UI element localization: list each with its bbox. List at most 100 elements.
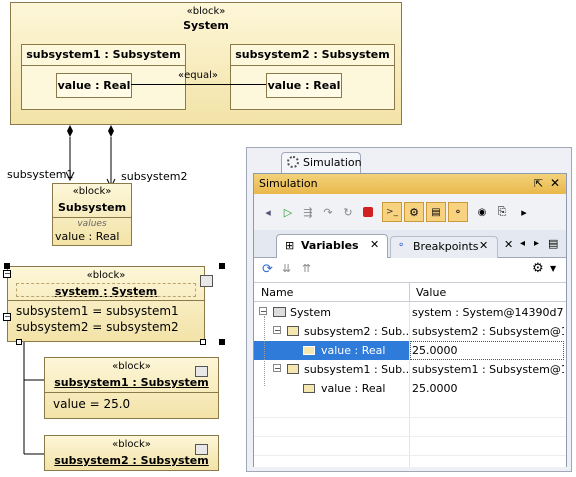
row-value: 25.0000 <box>412 382 458 395</box>
selection-handle[interactable] <box>219 263 225 269</box>
instance-system-stereotype: «block» <box>86 270 126 281</box>
close-icon[interactable]: ✕ <box>550 176 560 190</box>
more-arrow-icon[interactable]: ▸ <box>514 202 534 222</box>
row-name: subsystem1 : Sub... <box>304 363 408 376</box>
tree-toggle-icon[interactable]: − <box>259 307 267 316</box>
refresh-icon[interactable]: ⟳ <box>262 262 273 277</box>
block-icon <box>200 275 213 287</box>
settings-icon[interactable]: ⚙ <box>404 202 424 222</box>
tree-toggle-icon[interactable]: − <box>273 364 281 373</box>
subsystem-block-name: Subsystem <box>57 201 127 214</box>
simulation-panel: Simulation ⇱ ✕ ◂ ▷ ⇶ ↷ ↻ >_ ⚙ ▤ ⚬ ◉ ⎘ ▸ <box>253 173 567 467</box>
row-separator <box>254 436 566 437</box>
back-icon[interactable]: ◂ <box>258 202 278 222</box>
step-into-icon[interactable]: ⇶ <box>298 202 318 222</box>
column-header-value[interactable]: Value <box>416 286 446 299</box>
instance-system-name-dashed-box <box>16 283 196 297</box>
variables-table: Name Value − System system : System@1439… <box>254 282 566 467</box>
block-icon <box>273 307 286 317</box>
block-icon <box>195 444 208 455</box>
column-header-name[interactable]: Name <box>261 286 293 299</box>
tab-simulation-outer-label: Simulation <box>303 156 362 169</box>
inner-tabbar: ⊞ Variables ✕ ⚬ Breakpoints ✕ ✕ ◂ ▸ ▤ <box>254 230 566 258</box>
instance-subsystem1[interactable]: «block» subsystem1 : Subsystem value = 2… <box>44 357 219 419</box>
row-separator <box>254 417 566 418</box>
tab-breakpoints-label: Breakpoints <box>413 240 479 253</box>
panel-title: Simulation <box>259 177 318 190</box>
tab-variables-close-icon[interactable]: ✕ <box>370 238 379 251</box>
collapse-all-icon[interactable]: ⇈ <box>302 262 311 275</box>
breakpoint-toggle-icon[interactable]: ⚬ <box>448 202 468 222</box>
simulation-window: Simulation Simulation ⇱ ✕ ◂ ▷ ⇶ ↷ ↻ >_ ⚙… <box>246 147 572 472</box>
collapse-toggle[interactable]: − <box>3 270 11 278</box>
stop-icon[interactable] <box>358 202 378 222</box>
tab-variables[interactable]: ⊞ Variables ✕ <box>276 234 388 258</box>
panel-titlebar: Simulation ⇱ ✕ <box>254 174 566 194</box>
tab-list-icon[interactable]: ▤ <box>548 237 558 250</box>
step-out-icon[interactable]: ↻ <box>338 202 358 222</box>
part-icon <box>287 326 299 336</box>
composition-diamond-1 <box>67 125 73 137</box>
compartment-divider <box>8 300 204 301</box>
values-compartment-label: values <box>77 219 107 229</box>
compartment-divider <box>45 392 218 393</box>
port-handle[interactable] <box>200 339 206 345</box>
tab-breakpoints-close-icon[interactable]: ✕ <box>479 239 488 252</box>
row-value: subsystem1 : Subsystem@1... <box>412 363 564 376</box>
instance-sub1-name: subsystem1 : Subsystem <box>54 376 209 389</box>
tab-simulation-outer[interactable]: Simulation <box>281 152 362 173</box>
tab-scroll-left-icon[interactable]: ◂ <box>520 238 525 249</box>
slot-subsystem1[interactable]: subsystem1 = subsystem1 <box>16 304 179 318</box>
export-icon[interactable]: ⎘ <box>492 202 512 222</box>
tab-scroll-right-icon[interactable]: ▸ <box>534 238 539 249</box>
row-value[interactable]: 25.0000 <box>412 341 562 360</box>
tab-breakpoints[interactable]: ⚬ Breakpoints ✕ <box>390 236 498 258</box>
row-separator <box>254 455 566 456</box>
toolbar-buttons: ◂ ▷ ⇶ ↷ ↻ >_ ⚙ ▤ ⚬ ◉ ⎘ ▸ <box>258 202 558 222</box>
row-name: value : Real <box>321 344 386 357</box>
tab-variables-label: Variables <box>301 239 359 252</box>
instance-subsystem2[interactable]: «block» subsystem2 : Subsystem <box>44 435 219 471</box>
instance-sub2-stereotype: «block» <box>112 439 151 450</box>
part-icon <box>287 364 299 374</box>
tab-overflow-icon[interactable]: ✕ <box>504 238 513 251</box>
row-name: value : Real <box>321 382 386 395</box>
dropdown-arrow-icon[interactable]: ▼ <box>550 264 556 273</box>
toolbar: ◂ ▷ ⇶ ↷ ↻ >_ ⚙ ▤ ⚬ ◉ ⎘ ▸ <box>254 194 566 230</box>
row-name: subsystem2 : Sub... <box>304 325 408 338</box>
expand-all-icon[interactable]: ⇊ <box>282 262 291 275</box>
tree-toggle-icon[interactable]: − <box>273 326 281 335</box>
column-divider <box>409 283 410 303</box>
slot-subsystem2[interactable]: subsystem2 = subsystem2 <box>16 320 179 334</box>
subsystem-block[interactable]: «block» Subsystem values value : Real <box>52 183 132 246</box>
console-icon[interactable]: >_ <box>382 202 402 222</box>
instance-system[interactable]: «block» system : System subsystem1 = sub… <box>7 266 213 342</box>
play-icon[interactable]: ▷ <box>278 202 298 222</box>
block-icon <box>195 366 208 377</box>
subsystem-value: value : Real <box>55 230 120 243</box>
row-name: System <box>290 306 332 319</box>
view-toolbar: ⟳ ⇊ ⇈ ⚙ ▼ <box>254 259 566 281</box>
hierarchy-icon[interactable]: ▤ <box>426 202 446 222</box>
value-icon <box>303 346 315 355</box>
port-handle[interactable] <box>16 339 22 345</box>
column-divider <box>409 302 410 467</box>
assoc-label-subsystem2: subsystem2 <box>121 170 188 183</box>
table-header: Name Value <box>254 282 566 303</box>
step-over-icon[interactable]: ↷ <box>318 202 338 222</box>
compartment-divider <box>53 217 131 218</box>
instance-sub2-name: subsystem2 : Subsystem <box>54 454 209 467</box>
subsystem-block-stereotype: «block» <box>72 186 112 197</box>
composition-diamond-2 <box>108 125 114 137</box>
camera-icon[interactable]: ◉ <box>472 202 492 222</box>
slot-value[interactable]: value = 25.0 <box>53 397 130 411</box>
gear-icon <box>287 156 299 168</box>
value-icon <box>303 384 315 393</box>
row-value: system : System@14390d7 <box>412 306 564 319</box>
restore-icon[interactable]: ⇱ <box>534 177 543 190</box>
selection-handle[interactable] <box>219 339 225 345</box>
tree-guide-line <box>264 316 265 386</box>
row-value: subsystem2 : Subsystem@1... <box>412 325 564 338</box>
options-gear-icon[interactable]: ⚙ <box>532 261 544 276</box>
collapse-toggle[interactable]: − <box>3 313 11 321</box>
